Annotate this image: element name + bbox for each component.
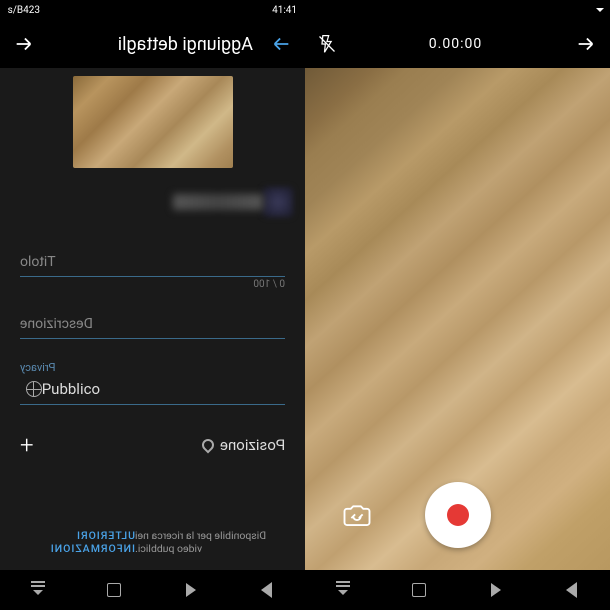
description-field[interactable]: Descrizione (20, 312, 285, 339)
flash-off-icon[interactable] (317, 34, 337, 54)
title-input[interactable]: Titolo (20, 250, 285, 274)
privacy-label: Privacy (20, 361, 285, 374)
header: Aggiungi dettagli (0, 20, 305, 68)
channel-row (12, 184, 293, 220)
camera-panel: 0.00:00 (305, 0, 610, 610)
location-row[interactable]: Posizione + (20, 431, 285, 459)
details-panel: 14:14 324B/s Aggiungi dettagli Titolo 0 … (0, 0, 305, 610)
camera-viewfinder[interactable] (305, 68, 610, 570)
switch-camera-icon[interactable] (341, 499, 373, 531)
nav-bar (0, 570, 305, 610)
details-form: Titolo 0 / 100 Descrizione Privacy Pubbl… (0, 228, 305, 459)
nav-bar (305, 570, 610, 610)
video-thumbnail[interactable] (73, 76, 233, 168)
title-field[interactable]: Titolo 0 / 100 (20, 250, 285, 290)
more-info-link[interactable]: ULTERIORI INFORMAZIONI (20, 529, 135, 555)
privacy-value[interactable]: Pubblico (20, 376, 285, 402)
add-location-icon[interactable]: + (20, 431, 34, 459)
status-time: 14:14 (272, 5, 297, 16)
privacy-note: Disponibile per la ricerca nei video pub… (135, 529, 285, 556)
globe-icon (26, 381, 42, 397)
description-input[interactable]: Descrizione (20, 312, 285, 336)
nav-back-icon[interactable] (256, 579, 278, 601)
title-counter: 0 / 100 (20, 279, 285, 290)
location-label: Posizione (220, 436, 285, 454)
location-pin-icon (199, 437, 216, 454)
status-rate: 324B/s (8, 5, 40, 16)
camera-controls (305, 482, 610, 548)
record-indicator-icon (447, 504, 469, 526)
status-bar (305, 0, 610, 20)
header-title: Aggiungi dettagli (52, 34, 253, 55)
record-button[interactable] (425, 482, 491, 548)
nav-recent-icon[interactable] (408, 579, 430, 601)
camera-header: 0.00:00 (305, 20, 610, 68)
nav-back-icon[interactable] (561, 579, 583, 601)
nav-home-icon[interactable] (485, 579, 507, 601)
nav-recent-icon[interactable] (103, 579, 125, 601)
channel-name (173, 194, 263, 210)
nav-home-icon[interactable] (180, 579, 202, 601)
video-thumbnail-area (0, 68, 305, 176)
privacy-field[interactable]: Privacy Pubblico (20, 361, 285, 405)
nav-downloads-icon[interactable] (332, 579, 354, 601)
status-bar: 14:14 324B/s (0, 0, 305, 20)
status-dropdown-icon (596, 8, 604, 12)
record-timer: 0.00:00 (337, 36, 574, 52)
nav-downloads-icon[interactable] (27, 579, 49, 601)
camera-next-icon[interactable] (574, 32, 598, 56)
next-icon[interactable] (12, 32, 36, 56)
footer-row: Disponibile per la ricerca nei video pub… (0, 515, 305, 570)
back-icon[interactable] (269, 32, 293, 56)
channel-avatar (263, 187, 293, 217)
